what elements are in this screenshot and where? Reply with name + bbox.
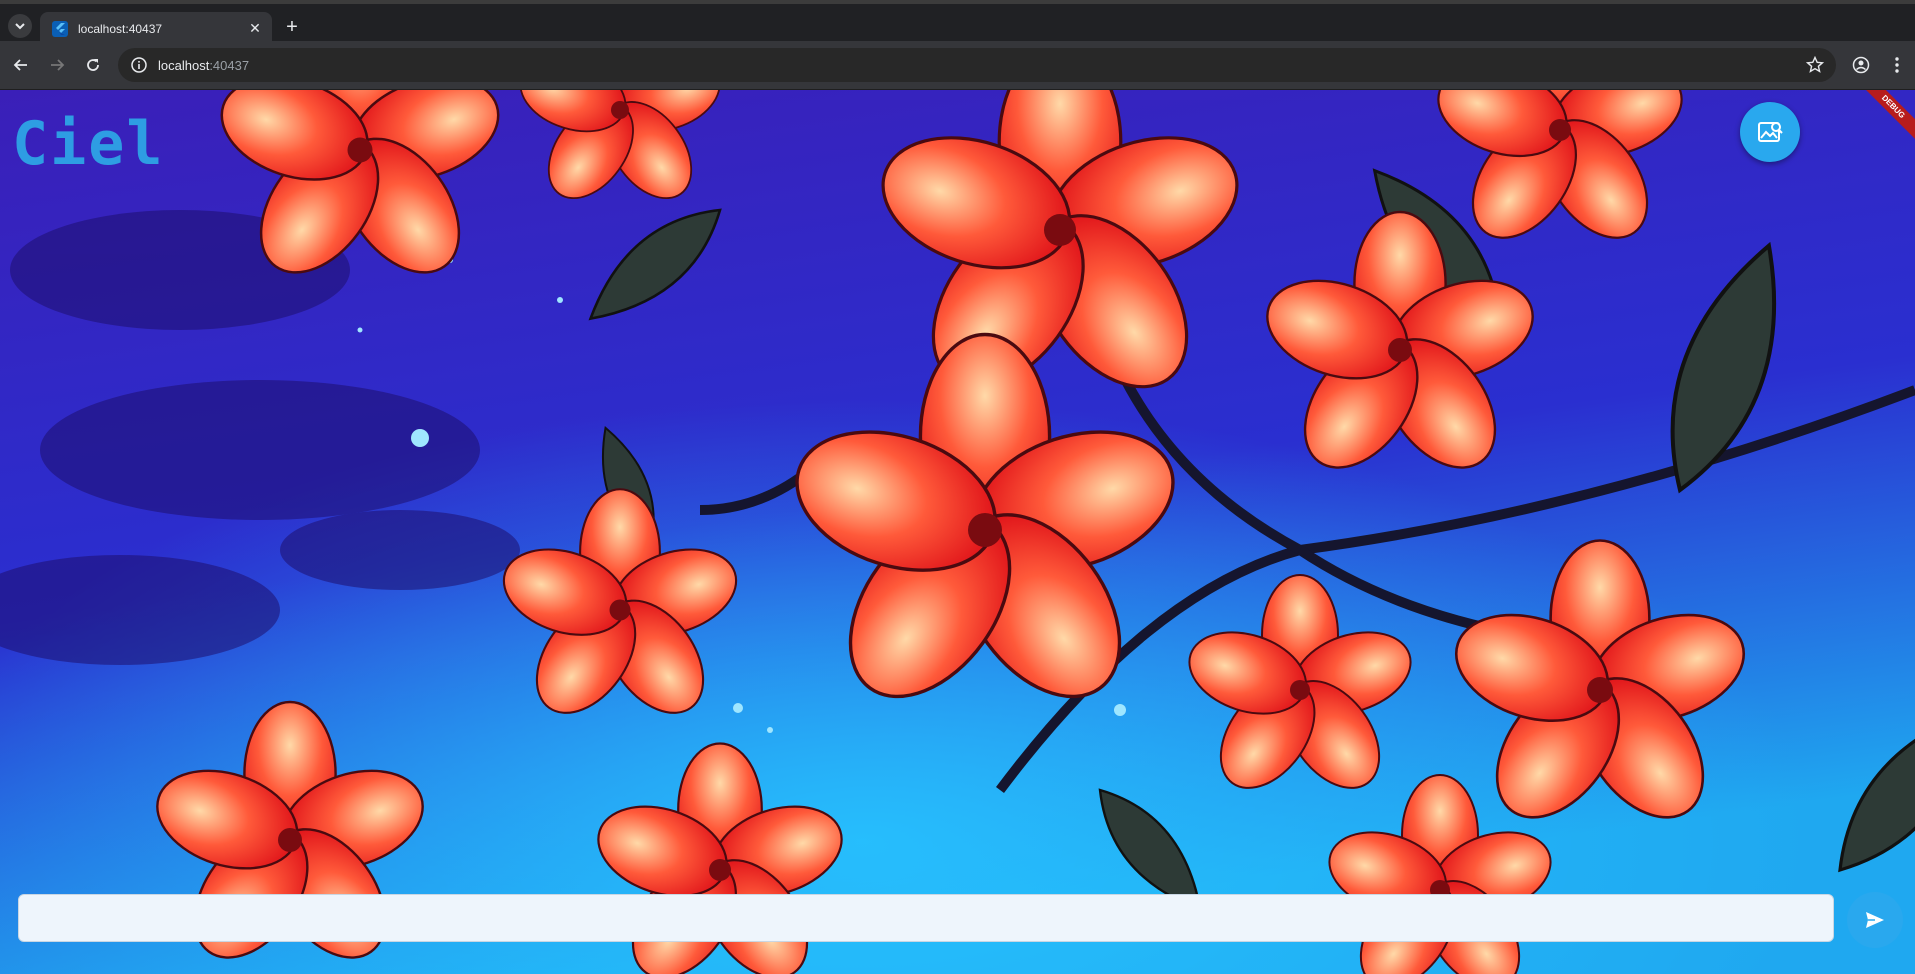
tab-search-button[interactable] <box>8 14 32 38</box>
image-search-icon <box>1758 122 1783 142</box>
bookmark-star-icon[interactable] <box>1806 56 1824 74</box>
background-artwork <box>0 90 1915 974</box>
address-host: localhost <box>158 57 210 73</box>
app-viewport: Ciel DEBUG <box>0 90 1915 974</box>
forward-button[interactable] <box>45 53 69 77</box>
more-vertical-icon <box>1895 57 1899 73</box>
tab-title: localhost:40437 <box>78 21 163 36</box>
arrow-left-icon <box>13 59 27 71</box>
gallery-search-button[interactable] <box>1740 102 1800 162</box>
tab-close-icon[interactable]: ✕ <box>246 20 264 37</box>
flutter-favicon-icon <box>52 20 68 37</box>
app-logo: Ciel <box>12 109 165 179</box>
back-button[interactable] <box>9 53 33 77</box>
info-icon[interactable] <box>130 56 148 74</box>
profile-button[interactable] <box>1849 53 1873 77</box>
browser-menu-button[interactable] <box>1885 53 1909 77</box>
reload-button[interactable] <box>81 53 105 77</box>
address-port: :40437 <box>209 57 250 73</box>
new-tab-button[interactable]: + <box>280 16 304 40</box>
send-icon <box>1866 912 1884 928</box>
chevron-down-icon <box>15 23 25 30</box>
chat-input[interactable] <box>18 894 1834 942</box>
address-bar[interactable]: localhost:40437 <box>118 48 1836 82</box>
reload-icon <box>87 59 99 71</box>
browser-toolbar: localhost:40437 <box>0 41 1915 90</box>
send-button[interactable] <box>1847 892 1903 948</box>
account-circle-icon <box>1852 56 1870 74</box>
arrow-right-icon <box>51 59 65 71</box>
browser-tab-strip: localhost:40437 ✕ + <box>0 0 1915 45</box>
